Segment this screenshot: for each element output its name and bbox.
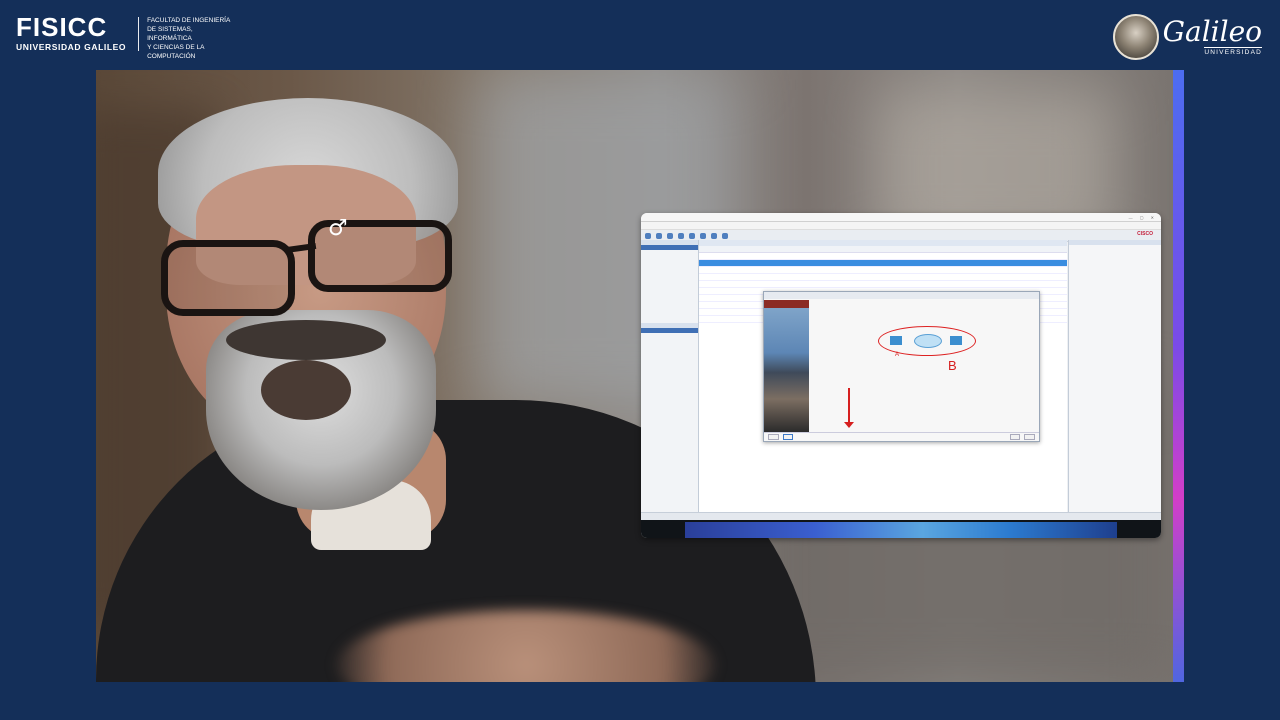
annotation-circle <box>878 326 976 356</box>
device-navigation-panel <box>641 240 699 530</box>
presenter-mouth <box>261 360 351 420</box>
wizard-title-bar <box>764 292 1039 299</box>
taskbar-wallpaper-strip <box>685 522 1117 538</box>
fisicc-logo: FISICC UNIVERSIDAD GALILEO FACULTAD DE I… <box>16 14 237 61</box>
faculty-line: COMPUTACIÓN <box>147 53 196 60</box>
toolbar-help-button[interactable] <box>722 232 728 239</box>
galileo-logo: Galileo UNIVERSIDAD <box>1112 14 1262 60</box>
toolbar-monitoring-button[interactable] <box>667 232 673 239</box>
table-row[interactable] <box>699 267 1067 274</box>
shared-screen: — ▢ ✕ CISCO A B <box>641 213 1161 538</box>
vpn-wizard-dialog: A B <box>763 291 1040 442</box>
toolbar-refresh-button[interactable] <box>689 232 695 239</box>
annotation-letter-a: A <box>895 352 900 358</box>
accent-edge-bar <box>1173 70 1184 682</box>
addresses-header <box>1069 240 1161 245</box>
addresses-panel <box>1068 240 1161 530</box>
back-button[interactable] <box>768 434 779 440</box>
os-taskbar <box>641 520 1161 538</box>
toolbar-configuration-button[interactable] <box>656 232 662 239</box>
annotation-letter-b: B <box>948 358 957 373</box>
faculty-line: FACULTAD DE INGENIERÍA <box>147 17 231 24</box>
faculty-line: Y CIENCIAS DE LA <box>147 44 205 51</box>
glasses-left-lens <box>161 240 295 316</box>
toolbar-forward-button[interactable] <box>711 232 717 239</box>
annotation-arrow-head-icon <box>844 422 854 428</box>
rules-toolbar[interactable] <box>699 246 1067 253</box>
nav-item[interactable] <box>641 383 698 388</box>
wizard-button-bar <box>764 432 1039 441</box>
next-button[interactable] <box>782 434 794 440</box>
faculty-name: FACULTAD DE INGENIERÍA DE SISTEMAS, INFO… <box>147 16 237 61</box>
toolbar-back-button[interactable] <box>700 232 706 239</box>
fisicc-title: FISICC <box>16 12 108 42</box>
table-row[interactable] <box>699 274 1067 281</box>
cursor-icon: ♂ <box>328 216 348 241</box>
table-row[interactable] <box>699 281 1067 288</box>
cancel-button[interactable] <box>1009 434 1021 440</box>
window-controls-icon[interactable]: — ▢ ✕ <box>1129 214 1157 222</box>
help-button[interactable] <box>1024 434 1035 440</box>
presenter-mustache <box>226 320 386 360</box>
galileo-title: Galileo <box>1162 15 1262 48</box>
logo-divider <box>138 17 140 51</box>
galileo-subtitle: UNIVERSIDAD <box>1204 47 1262 56</box>
annotation-arrow <box>848 388 850 426</box>
galileo-wordmark: Galileo UNIVERSIDAD <box>1163 18 1262 56</box>
galileo-seal-icon <box>1112 14 1159 60</box>
fisicc-wordmark: FISICC UNIVERSIDAD GALILEO <box>16 14 126 52</box>
faculty-line: DE SISTEMAS, INFORMÁTICA <box>147 26 193 42</box>
app-menu-bar[interactable] <box>641 222 1161 230</box>
fisicc-subtitle: UNIVERSIDAD GALILEO <box>16 42 127 52</box>
cisco-logo: CISCO <box>1137 231 1153 237</box>
status-bar <box>641 512 1161 520</box>
vpn-topology-diagram <box>878 326 976 356</box>
table-header <box>699 253 1067 260</box>
video-feed: ♂ — ▢ ✕ CISCO A B <box>96 70 1173 682</box>
toolbar-home-button[interactable] <box>645 232 651 239</box>
table-row[interactable] <box>699 260 1067 267</box>
app-title-bar: — ▢ ✕ <box>641 213 1161 222</box>
toolbar-save-button[interactable] <box>678 232 684 239</box>
wizard-side-image <box>764 300 809 432</box>
